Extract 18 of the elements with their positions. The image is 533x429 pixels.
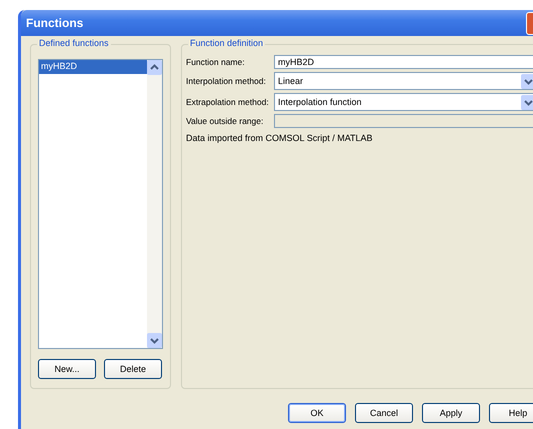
group-title: Defined functions (37, 38, 111, 48)
field-label: Value outside range: (186, 116, 264, 126)
dialog-button[interactable]: Help (489, 403, 533, 423)
dialog-button[interactable]: Apply (422, 403, 480, 423)
dialog-button[interactable]: OK (288, 403, 346, 423)
field-label: Function name: (186, 57, 246, 67)
group-title: Function definition (188, 38, 266, 48)
dropdown[interactable]: Linear (274, 72, 533, 90)
window-title: Functions (26, 16, 84, 30)
field-label: Interpolation method: (186, 76, 267, 86)
list-item[interactable]: myHB2D (39, 60, 147, 74)
dropdown[interactable]: Interpolation function (274, 93, 533, 111)
info-text: Data imported from COMSOL Script / MATLAB (186, 133, 374, 143)
dialog-button[interactable]: New... (38, 359, 96, 379)
field-label: Extrapolation method: (186, 97, 270, 107)
input-field[interactable]: myHB2D (274, 55, 533, 69)
dialog-button[interactable]: Cancel (355, 403, 413, 423)
dialog-button[interactable]: Delete (104, 359, 162, 379)
